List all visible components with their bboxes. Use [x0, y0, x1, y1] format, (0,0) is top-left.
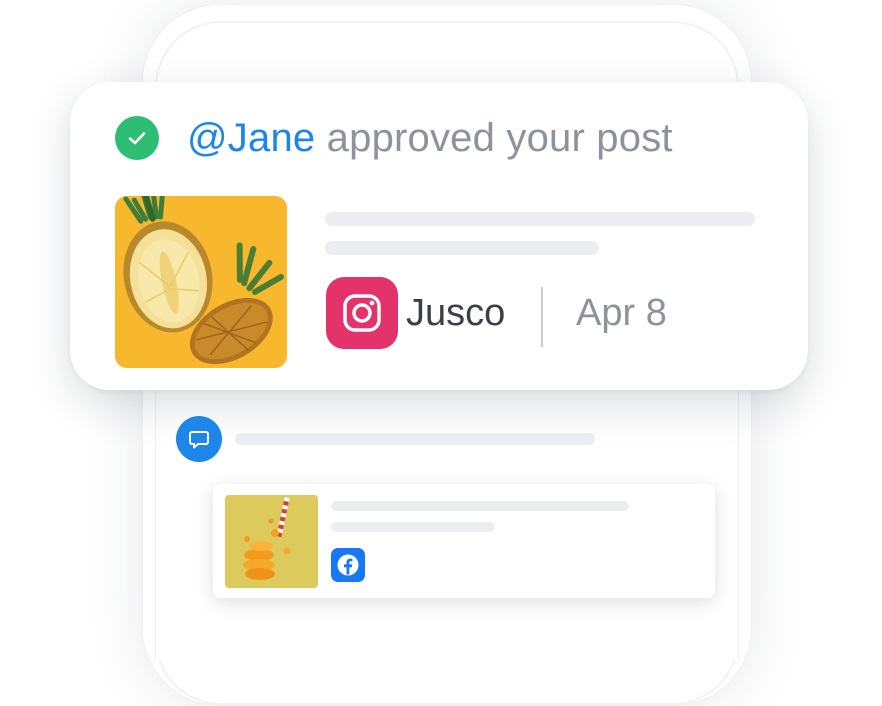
- orange-juice-image: [225, 495, 318, 588]
- meta-divider: [541, 287, 543, 347]
- user-mention-link[interactable]: @Jane: [187, 116, 315, 160]
- post-date: Apr 8: [576, 292, 667, 334]
- post-thumbnail[interactable]: [115, 196, 287, 368]
- approval-notification-card[interactable]: @Jane approved your post Jusco Apr 8: [70, 82, 808, 390]
- comment-placeholder-line: [235, 433, 595, 445]
- check-icon: [115, 116, 159, 160]
- facebook-icon: [331, 548, 365, 582]
- instagram-icon: [326, 277, 398, 349]
- account-name: Jusco: [406, 292, 506, 334]
- text-placeholder-line-2: [325, 241, 599, 255]
- notification-action-text: approved your post: [326, 116, 673, 160]
- text-placeholder-line-1: [325, 212, 755, 226]
- facebook-post-card[interactable]: [213, 484, 715, 598]
- notification-headline: @Jane approved your post: [187, 112, 673, 164]
- comment-icon[interactable]: [176, 416, 222, 462]
- post-placeholder-line-1: [331, 501, 629, 511]
- pineapple-image: [115, 196, 287, 368]
- post-placeholder-line-2: [331, 522, 495, 532]
- post-thumbnail-small[interactable]: [225, 495, 318, 588]
